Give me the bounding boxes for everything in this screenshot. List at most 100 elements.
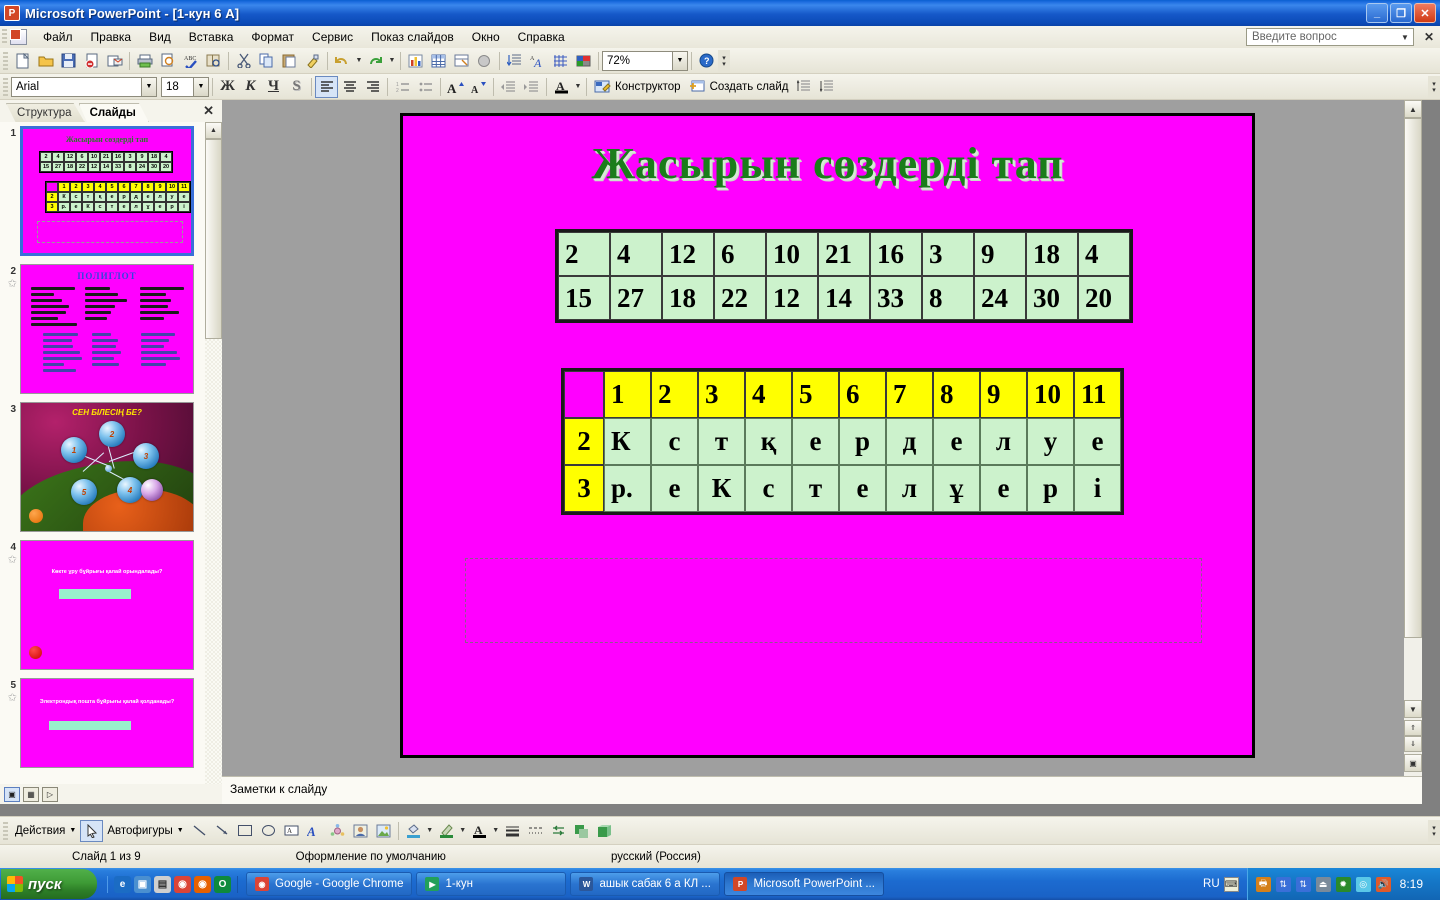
research-icon[interactable] (202, 50, 225, 72)
insert-table-icon[interactable] (427, 50, 450, 72)
open-folder-icon[interactable] (34, 50, 57, 72)
bold-button[interactable]: Ж (216, 76, 239, 98)
fill-color-icon[interactable] (402, 820, 425, 842)
expand-all-icon[interactable] (503, 50, 526, 72)
scroll-up-button[interactable]: ▲ (1404, 100, 1422, 118)
align-left-button[interactable] (315, 75, 338, 98)
tab-outline[interactable]: Структура (6, 103, 85, 122)
wordart-icon[interactable]: A (303, 820, 326, 842)
number-table[interactable]: 2 4 12 6 10 21 16 3 9 18 4 15 27 18 22 1… (555, 229, 1133, 323)
align-right-button[interactable] (361, 76, 384, 98)
chevron-down-icon[interactable]: ▼ (672, 51, 687, 70)
decrease-font-size-button[interactable]: A (467, 76, 490, 98)
arrow-style-icon[interactable] (547, 820, 570, 842)
task-button-chrome[interactable]: ◉ Google - Google Chrome (246, 872, 413, 896)
start-button[interactable]: пуск (1, 869, 97, 899)
chevron-down-icon[interactable]: ▼ (458, 827, 468, 834)
menu-grip[interactable] (2, 29, 7, 45)
show-grid-icon[interactable] (549, 50, 572, 72)
task-button-powerpoint[interactable]: P Microsoft PowerPoint ... (724, 872, 884, 896)
show-desktop-icon[interactable]: ▣ (134, 875, 151, 893)
chrome-icon[interactable]: ◉ (174, 875, 191, 893)
chevron-down-icon[interactable]: ▼ (141, 77, 156, 96)
scroll-thumb[interactable] (1404, 118, 1422, 638)
shadow-style-icon[interactable] (570, 820, 593, 842)
tables-borders-icon[interactable] (450, 50, 473, 72)
font-color-icon[interactable]: A (468, 820, 491, 842)
network2-tray-icon[interactable]: ⇅ (1295, 876, 1311, 892)
copy-icon[interactable] (255, 50, 278, 72)
slide-sorter-view-button[interactable]: ▦ (23, 786, 39, 802)
3d-style-icon[interactable] (593, 820, 616, 842)
menu-window[interactable]: Окно (463, 27, 509, 47)
ask-a-question-box[interactable]: Введите вопрос ▼ (1245, 28, 1414, 46)
line-color-icon[interactable] (435, 820, 458, 842)
chevron-down-icon[interactable]: ▼ (1401, 33, 1413, 42)
show-formatting-icon[interactable]: AA (526, 50, 549, 72)
menu-file[interactable]: Файл (34, 27, 82, 47)
select-arrow-icon[interactable] (80, 819, 104, 842)
slide-thumbnail-2[interactable]: ПОЛИГЛОТ (20, 264, 194, 394)
increase-font-size-button[interactable]: A (444, 76, 467, 98)
current-slide[interactable]: Жасырын сөздерді тап 2 4 12 6 10 21 16 3… (400, 113, 1255, 758)
picture-icon[interactable] (372, 820, 395, 842)
list-item[interactable]: 3 СЕН БІЛЕСІҢ БЕ? 1 2 3 4 5 (0, 402, 205, 532)
insert-hyperlink-icon[interactable] (473, 50, 496, 72)
font-name-combo[interactable]: Arial ▼ (11, 76, 157, 97)
spelling-icon[interactable]: ABC (179, 50, 202, 72)
toolbar-grip[interactable] (3, 821, 8, 840)
increase-indent-button[interactable] (520, 76, 543, 98)
slide-thumbnail-3[interactable]: СЕН БІЛЕСІҢ БЕ? 1 2 3 4 5 (20, 402, 194, 532)
underline-button[interactable]: Ч (262, 76, 285, 98)
normal-view-button[interactable]: ▣ (4, 786, 20, 802)
font-color-button[interactable]: A (550, 76, 573, 98)
opera-icon[interactable]: O (214, 875, 231, 893)
toolbar-overflow-button[interactable]: ▾ ▾ (1428, 75, 1440, 98)
text-shadow-button[interactable]: S (285, 76, 308, 98)
usb-tray-icon[interactable]: ⏏ (1315, 876, 1331, 892)
scroll-up-button[interactable]: ▲ (205, 122, 222, 139)
new-slide-button[interactable]: Создать слайд (685, 76, 793, 98)
diagram-icon[interactable] (326, 820, 349, 842)
tab-slides[interactable]: Слайды (78, 103, 149, 122)
chevron-down-icon[interactable]: ▼ (573, 83, 583, 90)
list-item[interactable]: 1 Жасырын сөздерді тап 2 4 12 6 10 21 16… (0, 126, 205, 256)
antivirus-tray-icon[interactable]: ✹ (1335, 876, 1351, 892)
scroll-thumb[interactable] (205, 139, 222, 339)
slide-thumbnail-4[interactable]: Көкте ұру бұйрығы қалай орындалады? (20, 540, 194, 670)
format-painter-icon[interactable] (301, 50, 324, 72)
expand-paragraph-button[interactable] (815, 76, 838, 98)
chevron-down-icon[interactable]: ▼ (193, 77, 208, 96)
keyboard-icon[interactable]: ⌨ (1223, 876, 1239, 892)
letter-table[interactable]: 1 2 3 4 5 6 7 8 9 10 11 2 К с т қ е р д … (561, 368, 1124, 515)
close-button[interactable]: ✕ (1414, 3, 1436, 23)
cut-icon[interactable] (232, 50, 255, 72)
all-slides-button[interactable]: ▣ (1404, 754, 1422, 772)
align-center-button[interactable] (338, 76, 361, 98)
task-button-word-doc[interactable]: W ашык сабак 6 а КЛ ... (570, 872, 721, 896)
menu-insert[interactable]: Вставка (180, 27, 243, 47)
italic-button[interactable]: К (239, 76, 262, 98)
printer-tray-icon[interactable]: 🖶 (1255, 876, 1271, 892)
dash-style-icon[interactable] (524, 820, 547, 842)
autoshapes-menu-button[interactable]: Автофигуры ▼ (103, 820, 187, 842)
notes-pane[interactable]: Заметки к слайду (222, 776, 1422, 804)
list-item[interactable]: 5 ✩ Электрондық пошта бұйрығы қалай қолд… (0, 678, 205, 768)
toolbar-overflow-button[interactable]: ▾ ▾ (1428, 819, 1440, 842)
print-preview-icon[interactable] (156, 50, 179, 72)
menu-help[interactable]: Справка (509, 27, 574, 47)
list-item[interactable]: 4 ✩ Көкте ұру бұйрығы қалай орындалады? (0, 540, 205, 670)
close-icon[interactable]: ✕ (1424, 30, 1434, 44)
slideshow-view-button[interactable]: ▷ (42, 786, 58, 802)
design-button[interactable]: Конструктор (590, 76, 685, 98)
chevron-down-icon[interactable]: ▼ (425, 827, 435, 834)
firefox-icon[interactable]: ◉ (194, 875, 211, 893)
arrow-icon[interactable] (211, 820, 234, 842)
redo-icon[interactable] (364, 50, 387, 72)
internet-explorer-icon[interactable]: e (114, 875, 131, 893)
slide-thumbnail-list[interactable]: 1 Жасырын сөздерді тап 2 4 12 6 10 21 16… (0, 122, 205, 804)
actions-menu-button[interactable]: Действия ▼ (11, 820, 80, 842)
menu-view[interactable]: Вид (140, 27, 180, 47)
media-icon[interactable]: ▤ (154, 875, 171, 893)
color-grayscale-icon[interactable] (572, 50, 595, 72)
